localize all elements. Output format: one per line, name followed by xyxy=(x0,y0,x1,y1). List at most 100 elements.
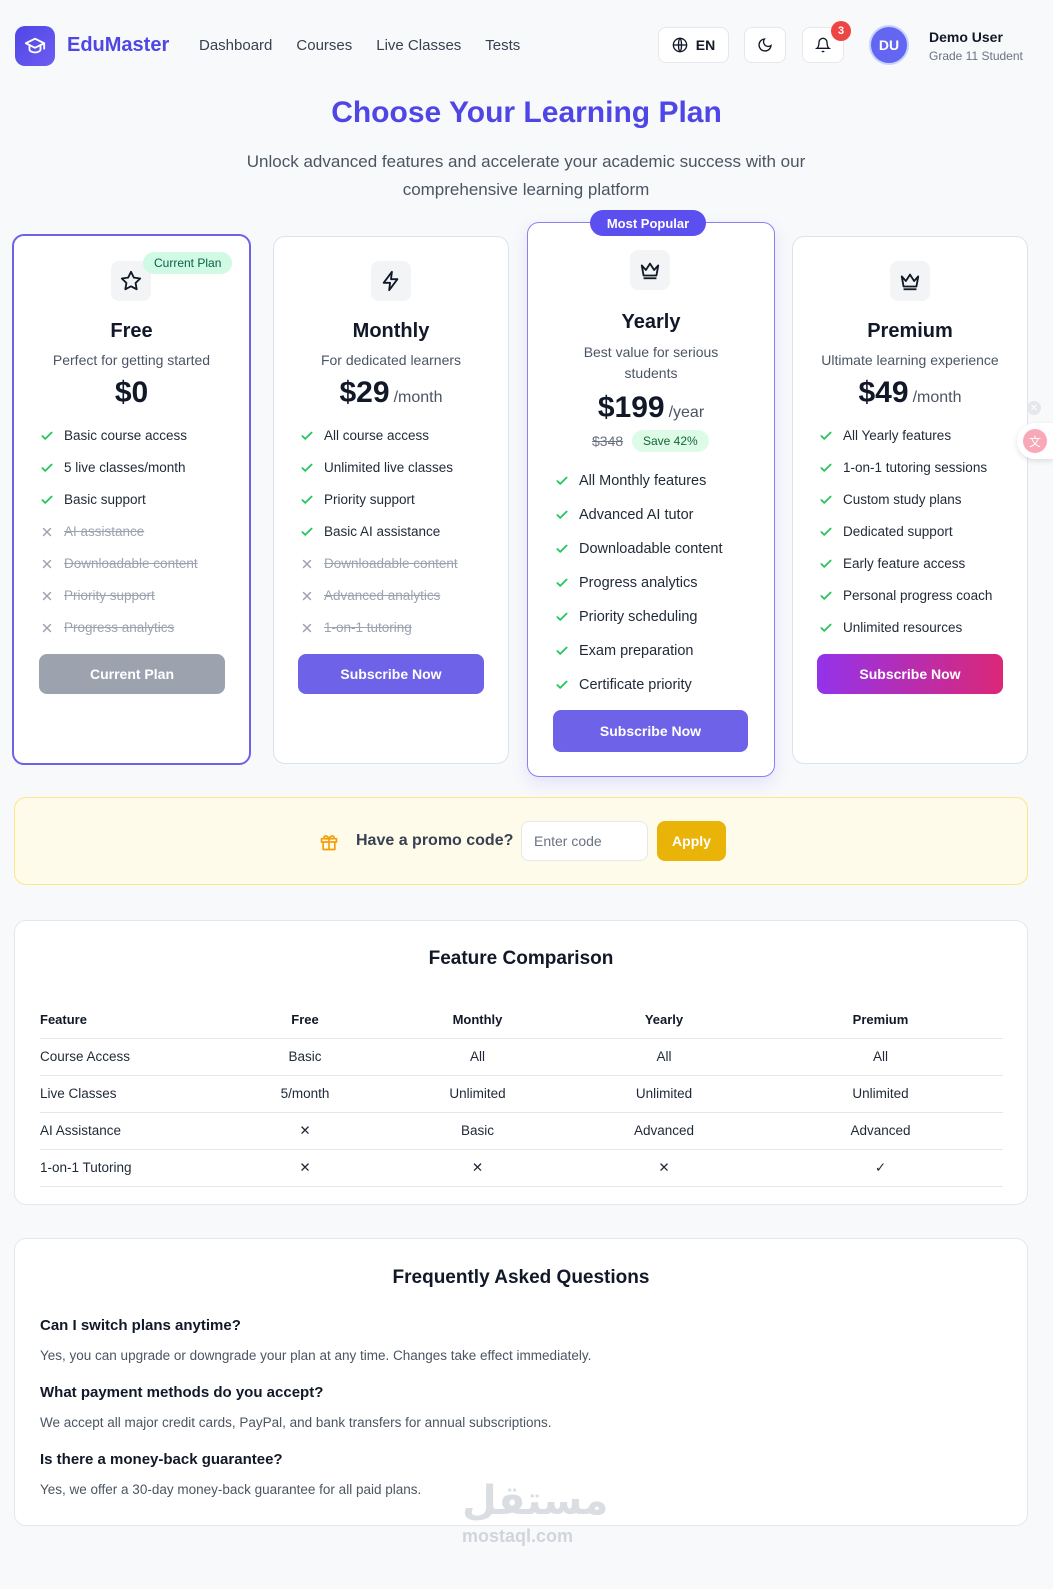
plan-card-yearly xyxy=(527,222,775,777)
feature-item: Early feature access xyxy=(819,556,965,571)
feature-item: All Monthly features xyxy=(555,473,706,489)
table-cell: ✕ xyxy=(225,1112,385,1150)
check-icon xyxy=(820,495,832,504)
check-icon xyxy=(556,612,568,621)
check-icon xyxy=(41,495,53,504)
cross-icon xyxy=(302,623,312,632)
logo-badge[interactable] xyxy=(15,26,55,66)
feature-text: All Yearly features xyxy=(843,428,952,443)
price-value: $199 xyxy=(597,391,665,424)
plan-icon-yearly xyxy=(630,250,670,290)
feature-text: 5 live classes/month xyxy=(64,460,186,475)
table-cell: ✓ xyxy=(758,1149,1003,1187)
table-row: AI Assistance ✕ Basic Advanced Advanced xyxy=(40,1112,1003,1150)
table-cell: 1-on-1 Tutoring xyxy=(40,1149,225,1187)
avatar[interactable]: DU xyxy=(869,25,909,65)
subscribe-premium-button[interactable]: Subscribe Now xyxy=(817,654,1003,694)
language-label: EN xyxy=(695,37,716,53)
lightning-icon xyxy=(382,270,399,292)
table-cell: AI Assistance xyxy=(40,1112,225,1150)
table-cell: Unlimited xyxy=(385,1075,570,1113)
nav-dashboard[interactable]: Dashboard xyxy=(199,37,272,54)
translate-widget[interactable]: 文 xyxy=(1017,423,1053,459)
feature-item: Basic course access xyxy=(40,428,187,443)
feature-text: Priority support xyxy=(324,492,415,507)
feature-item: Priority scheduling xyxy=(555,609,697,625)
table-cell: Live Classes xyxy=(40,1075,225,1113)
main-nav: Dashboard Courses Live Classes Tests xyxy=(199,37,544,54)
cross-icon xyxy=(302,591,312,600)
plan-name-yearly: Yearly xyxy=(621,311,681,333)
feature-text: Basic support xyxy=(64,492,146,507)
table-cell: ✕ xyxy=(385,1149,570,1187)
feature-item: Exam preparation xyxy=(555,643,693,659)
graduation-cap-icon xyxy=(24,37,46,54)
check-icon xyxy=(820,431,832,440)
plan-price-monthly: $29/month xyxy=(273,376,509,410)
notification-count-badge: 3 xyxy=(831,21,851,41)
plan-name-free: Free xyxy=(110,320,153,342)
feature-text: 1-on-1 tutoring xyxy=(324,620,412,635)
cross-icon xyxy=(42,623,52,632)
close-icon[interactable]: ✕ xyxy=(1027,401,1041,415)
promo-label: Have a promo code? xyxy=(356,832,514,849)
bell-icon xyxy=(815,37,831,53)
user-role: Grade 11 Student xyxy=(929,49,1023,63)
feature-comparison-panel: Feature Comparison Feature Free Monthly … xyxy=(14,920,1028,1205)
subscribe-monthly-button[interactable]: Subscribe Now xyxy=(298,654,484,694)
current-plan-button[interactable]: Current Plan xyxy=(39,654,225,694)
feature-item: Progress analytics xyxy=(40,620,174,635)
feature-item: AI assistance xyxy=(40,524,144,539)
check-icon xyxy=(301,527,313,536)
table-cell: 5/month xyxy=(225,1075,385,1113)
page-title: Choose Your Learning Plan xyxy=(331,96,722,129)
price-value: $49 xyxy=(858,376,909,409)
feature-text: Unlimited live classes xyxy=(324,460,454,475)
feature-text: Advanced AI tutor xyxy=(579,507,694,523)
feature-item: Basic support xyxy=(40,492,146,507)
apply-promo-button[interactable]: Apply xyxy=(657,821,726,861)
check-icon xyxy=(301,431,313,440)
faq-question: What payment methods do you accept? xyxy=(40,1384,324,1401)
plan-desc-yearly: Best value for serious students xyxy=(583,344,719,381)
feature-text: Early feature access xyxy=(843,556,966,571)
nav-live-classes[interactable]: Live Classes xyxy=(376,37,461,54)
feature-text: Advanced analytics xyxy=(324,588,441,603)
table-cell: All xyxy=(385,1038,570,1076)
table-cell: Course Access xyxy=(40,1038,225,1076)
moon-icon xyxy=(758,38,772,52)
brand-name[interactable]: EduMaster xyxy=(67,34,169,57)
plan-price-yearly: $199/year xyxy=(527,391,775,425)
table-cell: ✕ xyxy=(570,1149,758,1187)
user-name: Demo User xyxy=(929,29,1003,45)
feature-text: Basic AI assistance xyxy=(324,524,441,539)
feature-item: Unlimited live classes xyxy=(300,460,453,475)
faq-answer: Yes, you can upgrade or downgrade your p… xyxy=(40,1348,592,1363)
check-icon xyxy=(41,463,53,472)
promo-code-input[interactable] xyxy=(521,821,648,861)
check-icon xyxy=(820,623,832,632)
feature-item: Downloadable content xyxy=(300,556,458,571)
feature-item: Advanced analytics xyxy=(300,588,440,603)
feature-text: Downloadable content xyxy=(579,541,723,557)
plan-name-premium: Premium xyxy=(867,320,953,342)
feature-text: Exam preparation xyxy=(579,643,694,659)
feature-text: Priority scheduling xyxy=(579,609,698,625)
cross-icon xyxy=(42,559,52,568)
nav-tests[interactable]: Tests xyxy=(485,37,520,54)
feature-item: Dedicated support xyxy=(819,524,953,539)
original-price: $348 xyxy=(592,433,624,449)
nav-courses[interactable]: Courses xyxy=(296,37,352,54)
feature-item: Personal progress coach xyxy=(819,588,992,603)
gift-icon xyxy=(320,835,338,851)
feature-text: Downloadable content xyxy=(64,556,198,571)
theme-toggle-button[interactable] xyxy=(744,27,786,63)
feature-item: Advanced AI tutor xyxy=(555,507,693,523)
feature-item: All course access xyxy=(300,428,429,443)
language-button[interactable]: EN xyxy=(658,27,729,63)
page-subtitle: Unlock advanced features and accelerate … xyxy=(246,152,806,199)
subscribe-yearly-button[interactable]: Subscribe Now xyxy=(553,710,748,752)
table-cell: Advanced xyxy=(758,1112,1003,1150)
feature-item: Basic AI assistance xyxy=(300,524,440,539)
crown-icon xyxy=(640,262,660,280)
